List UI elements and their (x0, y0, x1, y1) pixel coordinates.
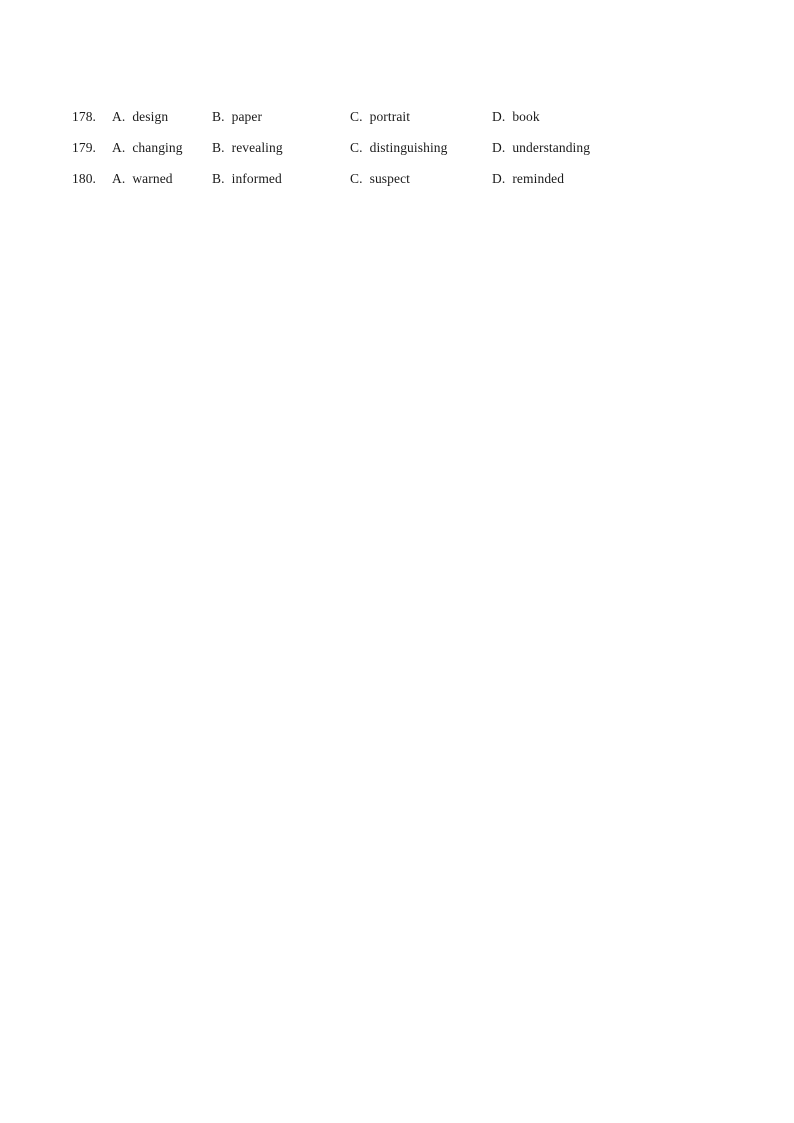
option-letter: D. (492, 140, 506, 155)
option-a[interactable]: A. design (112, 101, 168, 132)
question-row: 179. A. changing B. revealing C. distinguis… (72, 132, 732, 163)
option-text: understanding (512, 140, 591, 155)
question-number: 180. (72, 171, 97, 186)
option-letter: D. (492, 109, 506, 124)
option-letter: C. (350, 171, 363, 186)
option-text: informed (231, 171, 282, 186)
option-b[interactable]: B. revealing (212, 132, 283, 163)
option-letter: B. (212, 140, 225, 155)
option-letter: A. (112, 171, 126, 186)
option-b[interactable]: B. informed (212, 163, 282, 194)
option-text: paper (231, 109, 263, 124)
option-letter: A. (112, 140, 126, 155)
option-b[interactable]: B. paper (212, 101, 262, 132)
option-letter: B. (212, 109, 225, 124)
question-list: 178. A. design B. paper C. portrait D. book … (72, 101, 732, 194)
option-d[interactable]: D. book (492, 101, 540, 132)
option-text: design (132, 109, 169, 124)
option-d[interactable]: D. understanding (492, 132, 590, 163)
option-text: book (512, 109, 540, 124)
option-c[interactable]: C. suspect (350, 163, 410, 194)
option-letter: D. (492, 171, 506, 186)
option-text: revealing (231, 140, 283, 155)
option-c[interactable]: C. distinguishing (350, 132, 448, 163)
option-d[interactable]: D. reminded (492, 163, 564, 194)
option-text: suspect (369, 171, 411, 186)
option-a[interactable]: A. changing (112, 132, 183, 163)
question-number: 178. (72, 109, 97, 124)
option-text: reminded (512, 171, 565, 186)
document-page: 178. A. design B. paper C. portrait D. book … (0, 0, 794, 1123)
option-letter: B. (212, 171, 225, 186)
option-c[interactable]: C. portrait (350, 101, 410, 132)
question-row: 178. A. design B. paper C. portrait D. book (72, 101, 732, 132)
option-text: distinguishing (369, 140, 448, 155)
question-row: 180. A. warned B. informed C. suspect D. rem… (72, 163, 732, 194)
option-text: warned (132, 171, 173, 186)
option-letter: A. (112, 109, 126, 124)
question-number: 179. (72, 140, 97, 155)
option-text: portrait (369, 109, 411, 124)
option-a[interactable]: A. warned (112, 163, 173, 194)
option-letter: C. (350, 140, 363, 155)
option-letter: C. (350, 109, 363, 124)
option-text: changing (132, 140, 183, 155)
